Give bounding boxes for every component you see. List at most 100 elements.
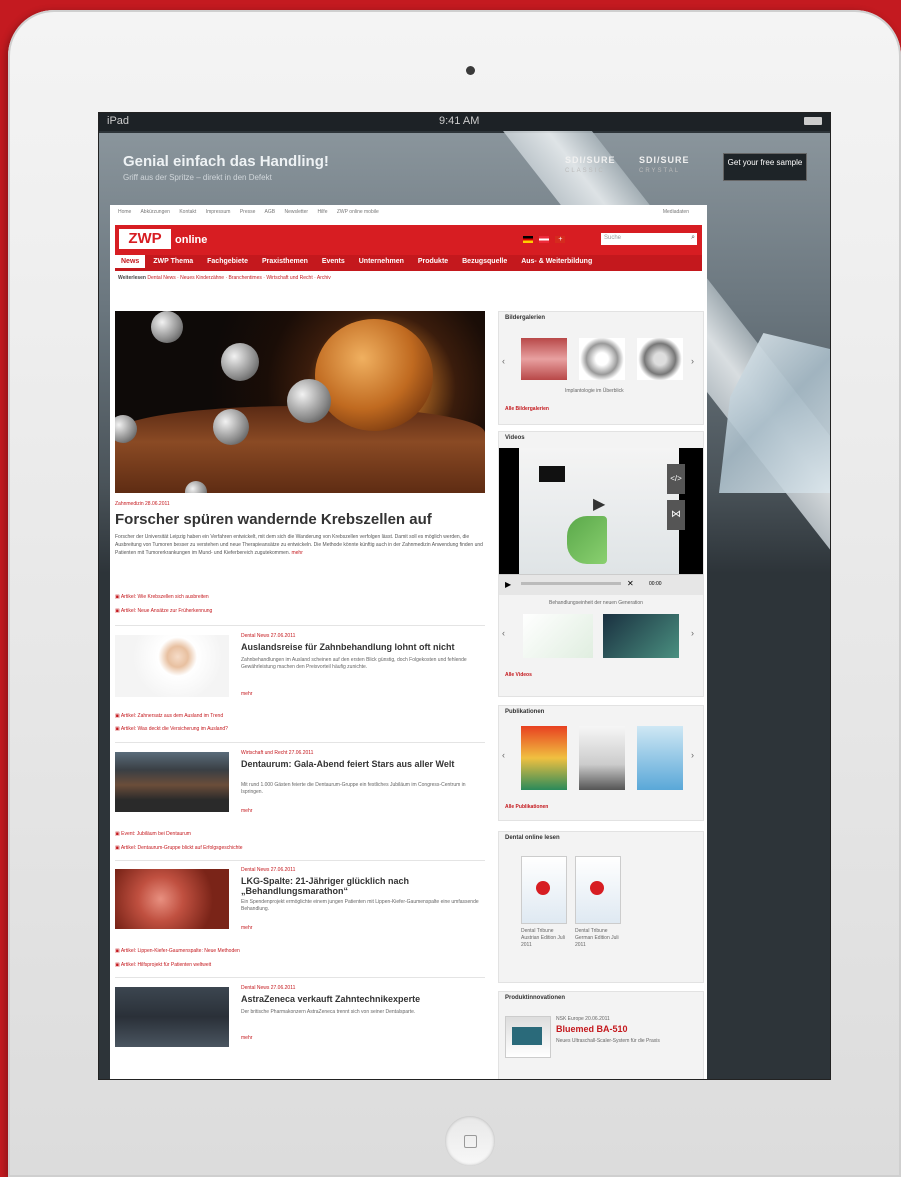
nav-news[interactable]: News <box>115 255 146 268</box>
topnav-agb[interactable]: AGB <box>265 209 276 215</box>
publication-cover[interactable] <box>637 726 683 790</box>
ad-banner-title[interactable]: Genial einfach das Handling! <box>123 153 329 170</box>
article-more-link[interactable]: mehr <box>241 691 252 697</box>
flag-ch-icon[interactable]: + <box>555 236 566 244</box>
related-link[interactable]: ▣ Artikel: Zahnersatz aus dem Ausland im… <box>115 713 223 719</box>
nav-praxisthemen[interactable]: Praxisthemen <box>256 255 314 268</box>
chevron-left-icon[interactable]: ‹ <box>502 628 505 638</box>
topnav-home[interactable]: Home <box>118 209 131 215</box>
device-label: iPad <box>107 115 130 127</box>
all-galleries-link[interactable]: Alle Bildergalerien <box>505 406 549 412</box>
lead-article-image[interactable] <box>115 311 485 493</box>
home-button[interactable] <box>445 1116 495 1166</box>
flag-at-icon[interactable] <box>539 236 550 244</box>
nav-events[interactable]: Events <box>316 255 351 268</box>
topnav-abbr[interactable]: Abkürzungen <box>140 209 169 215</box>
article-text: Zahnbehandlungen im Ausland scheinen auf… <box>241 657 467 670</box>
play-icon[interactable]: ▶ <box>593 494 605 514</box>
search-input[interactable]: Suche ⌕ <box>601 233 697 245</box>
topnav-imprint[interactable]: Impressum <box>206 209 231 215</box>
product-title[interactable]: Bluemed BA-510 <box>556 1024 628 1034</box>
chevron-left-icon[interactable]: ‹ <box>502 356 505 366</box>
subnav-links[interactable]: Dental News · Neues Kinderzähne · Branch… <box>147 275 330 281</box>
article-more-link[interactable]: mehr <box>241 1035 252 1041</box>
article-text: Ein Spendenprojekt ermöglichte einem jun… <box>241 899 479 912</box>
chevron-left-icon[interactable]: ‹ <box>502 750 505 760</box>
related-link[interactable]: ▣ Artikel: Neue Ansätze zur Früherkennun… <box>115 608 212 614</box>
nav-unternehmen[interactable]: Unternehmen <box>353 255 410 268</box>
article-title[interactable]: LKG-Spalte: 21-Jähriger glücklich nach „… <box>241 876 481 896</box>
embed-code-icon[interactable]: </> <box>667 464 685 494</box>
gallery-thumb[interactable] <box>637 338 683 380</box>
video-thumb[interactable] <box>603 614 679 658</box>
sub-nav: Weiterlesen Dental News · Neues Kinderzä… <box>118 275 331 281</box>
article-title[interactable]: Dentaurum: Gala-Abend feiert Stars aus a… <box>241 759 481 769</box>
widget-heading: Publikationen <box>505 709 545 715</box>
epaper-cover[interactable] <box>575 856 621 924</box>
play-icon[interactable]: ▶ <box>505 580 511 589</box>
product-image[interactable] <box>505 1016 551 1058</box>
cancer-cell-graphic <box>315 319 433 431</box>
home-square-icon <box>464 1135 477 1148</box>
article-text: Der britische Pharmakonzern AstraZeneca … <box>241 1009 416 1015</box>
nav-produkte[interactable]: Produkte <box>412 255 454 268</box>
topnav-press[interactable]: Presse <box>240 209 256 215</box>
article-more-link[interactable]: mehr <box>241 925 252 931</box>
epaper-title[interactable]: Dental Tribune Austrian Edition Juli 201… <box>521 928 565 949</box>
topnav-contact[interactable]: Kontakt <box>179 209 196 215</box>
widget-heading: Bildergalerien <box>505 315 546 321</box>
gallery-caption: Implantologie im Überblick <box>565 388 624 394</box>
all-videos-link[interactable]: Alle Videos <box>505 672 532 678</box>
video-player[interactable]: ▶ </> ⋈ <box>499 448 703 574</box>
topnav-help[interactable]: Hilfe <box>317 209 327 215</box>
zwp-logo[interactable]: ZWP <box>119 229 171 249</box>
gallery-thumb[interactable] <box>521 338 567 380</box>
related-link[interactable]: ▣ Artikel: Hilfsprojekt für Patienten we… <box>115 962 211 968</box>
nav-bezugsquelle[interactable]: Bezugsquelle <box>456 255 513 268</box>
article-more-link[interactable]: mehr <box>241 808 252 814</box>
topnav-mediadata[interactable]: Mediadaten <box>663 209 689 215</box>
topnav-mobile[interactable]: ZWP online mobile <box>337 209 379 215</box>
gallery-thumb[interactable] <box>579 338 625 380</box>
main-nav: News ZWP Thema Fachgebiete Praxisthemen … <box>115 255 702 271</box>
chevron-right-icon[interactable]: › <box>691 356 694 366</box>
flag-de-icon[interactable] <box>523 236 533 244</box>
chevron-right-icon[interactable]: › <box>691 628 694 638</box>
related-link[interactable]: ▣ Artikel: Dentaurum-Gruppe blickt auf E… <box>115 845 243 851</box>
nav-fachgebiete[interactable]: Fachgebiete <box>201 255 254 268</box>
search-icon[interactable]: ⌕ <box>691 234 695 242</box>
publication-cover[interactable] <box>521 726 567 790</box>
topnav-newsletter[interactable]: Newsletter <box>284 209 308 215</box>
related-link[interactable]: ▣ Artikel: Was deckt die Versicherung im… <box>115 726 228 732</box>
related-link[interactable]: ▣ Event: Jubiläum bei Dentaurum <box>115 831 191 837</box>
fullscreen-icon[interactable]: ✕ <box>627 579 634 588</box>
nav-weiterbildung[interactable]: Aus- & Weiterbildung <box>515 255 598 268</box>
video-caption: Behandlungseinheit der neuen Generation <box>549 600 643 606</box>
related-link[interactable]: ▣ Artikel: Wie Krebszellen sich ausbreit… <box>115 594 209 600</box>
article-meta: Dental News 27.06.2011 <box>241 985 296 991</box>
article-meta: Dental News 27.06.2011 <box>241 633 296 639</box>
all-publications-link[interactable]: Alle Publikationen <box>505 804 548 810</box>
product-text: Neues Ultraschall-Scaler-System für die … <box>556 1038 660 1044</box>
article-title[interactable]: Auslandsreise für Zahnbehandlung lohnt o… <box>241 642 481 652</box>
videos-widget: Videos ▶ </> ⋈ ▶ ✕ 00:00 Behandlungseinh… <box>498 431 704 697</box>
epaper-cover[interactable] <box>521 856 567 924</box>
article-thumbnail[interactable] <box>115 869 229 929</box>
article-title[interactable]: AstraZeneca verkauft Zahntechnikexperte <box>241 994 481 1004</box>
article-thumbnail[interactable] <box>115 635 229 697</box>
chevron-right-icon[interactable]: › <box>691 750 694 760</box>
widget-heading: Produktinnovationen <box>505 995 565 1001</box>
free-sample-button[interactable]: Get your free sample <box>723 153 807 181</box>
article-thumbnail[interactable] <box>115 987 229 1047</box>
publication-cover[interactable] <box>579 726 625 790</box>
nav-zwp-thema[interactable]: ZWP Thema <box>147 255 199 268</box>
article-thumbnail[interactable] <box>115 752 229 812</box>
epaper-widget: Dental online lesen Dental Tribune Austr… <box>498 831 704 983</box>
share-icon[interactable]: ⋈ <box>667 500 685 530</box>
epaper-title[interactable]: Dental Tribune German Edition Juli 2011 <box>575 928 619 949</box>
lead-more-link[interactable]: mehr <box>291 550 302 556</box>
video-thumb[interactable] <box>523 614 593 658</box>
related-link[interactable]: ▣ Artikel: Lippen-Kiefer-Gaumenspalte: N… <box>115 948 240 954</box>
video-progress[interactable] <box>521 582 621 585</box>
lead-article-title[interactable]: Forscher spüren wandernde Krebszellen au… <box>115 511 495 528</box>
